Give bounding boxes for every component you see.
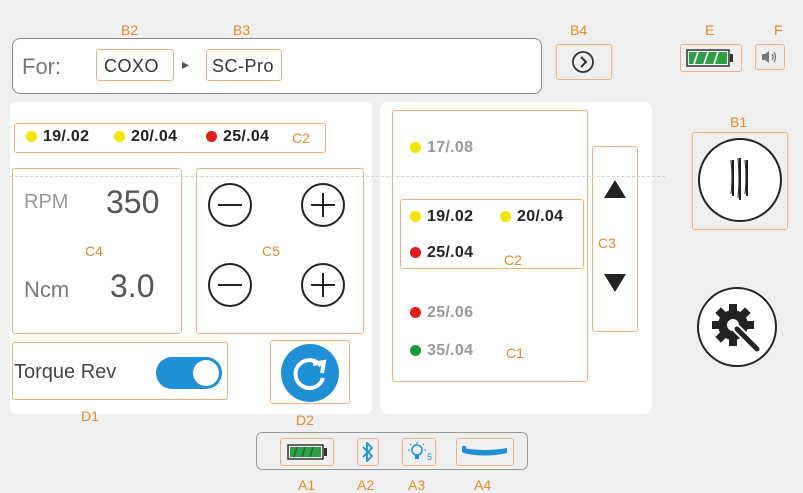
scroll-down-button[interactable] [602,272,628,294]
selected-file-1: 19/.02 [26,128,89,146]
annotation-c4: C4 [85,243,103,259]
light-level-value: 5 [427,452,433,462]
annotation-b2: B2 [121,22,139,38]
annotation-b1: B1 [730,114,748,130]
annotation-d2: D2 [296,412,314,428]
annotation-b3: B3 [233,22,251,38]
brand-name: COXO [104,56,160,76]
settings-button[interactable] [697,287,777,367]
annotation-c2b: C2 [504,252,522,268]
for-label: For: [22,54,62,79]
torque-increase-button[interactable] [301,263,345,307]
file-color-dot [410,344,421,356]
selected-file-3: 25/.04 [206,128,269,146]
battery-full-icon [686,49,733,67]
toggle-knob [193,360,219,386]
settings-wrench-gear-icon [712,304,762,354]
rotation-direction-button[interactable] [281,344,339,402]
file-list-item[interactable]: 35/.04 [410,342,473,360]
handpiece-icon [462,446,507,456]
annotation-a4: A4 [474,477,492,493]
file-list-item[interactable]: 17/.08 [410,139,473,157]
torque-reverse-label: Torque Rev [14,361,117,383]
battery-status [680,44,742,72]
file-list-current-item: 19/.02 [410,208,473,226]
torque-reverse-toggle[interactable] [156,357,222,389]
speaker-icon [762,51,777,63]
chevron-right-icon: ▸ [182,56,190,72]
annotation-a2: A2 [357,477,375,493]
file-color-dot [410,141,421,153]
selected-file-2: 20/.04 [114,128,177,146]
rotate-clockwise-icon [293,358,327,391]
file-list-item[interactable]: 25/.06 [410,304,473,322]
torque-unit: Ncm [24,277,70,302]
file-list-current-item: 25/.04 [410,244,473,262]
annotation-b4: B4 [570,22,588,38]
annotation-c2: C2 [292,130,310,146]
annotation-d1: D1 [81,408,99,424]
sound-button[interactable] [755,44,785,70]
file-color-dot [410,246,421,258]
light-bulb-icon [408,442,426,459]
annotation-f: F [774,22,783,38]
handpiece-box[interactable] [456,438,514,466]
next-button[interactable] [556,44,612,80]
speed-value: 350 [106,184,160,220]
file-color-dot [26,130,37,142]
guide-line [10,176,665,177]
speed-decrease-button[interactable] [208,183,252,227]
annotation-c1: C1 [506,345,524,361]
file-color-dot [410,306,421,318]
endo-files-icon [730,157,748,200]
bluetooth-icon [362,442,374,462]
annotation-e: E [705,22,715,38]
handpiece-battery-icon [287,444,327,460]
speed-increase-button[interactable] [301,183,345,227]
annotation-c3: C3 [598,235,616,251]
torque-decrease-button[interactable] [208,263,252,307]
annotation-a3: A3 [408,477,426,493]
bluetooth-box [357,438,379,466]
speed-unit: RPM [24,191,69,213]
handpiece-battery-box [280,438,334,466]
model-name: SC-Pro [212,56,275,76]
file-library-button[interactable] [698,138,782,222]
file-color-dot [500,210,511,222]
file-color-dot [206,130,217,142]
annotation-c5: C5 [262,243,280,259]
file-color-dot [114,130,125,142]
file-color-dot [410,210,421,222]
light-level-box[interactable]: 5 [402,438,436,466]
file-list-current-item: 20/.04 [500,208,563,226]
arrow-right-circle-icon [572,51,594,73]
scroll-up-button[interactable] [602,178,628,200]
torque-value: 3.0 [110,268,155,304]
annotation-a1: A1 [298,477,316,493]
